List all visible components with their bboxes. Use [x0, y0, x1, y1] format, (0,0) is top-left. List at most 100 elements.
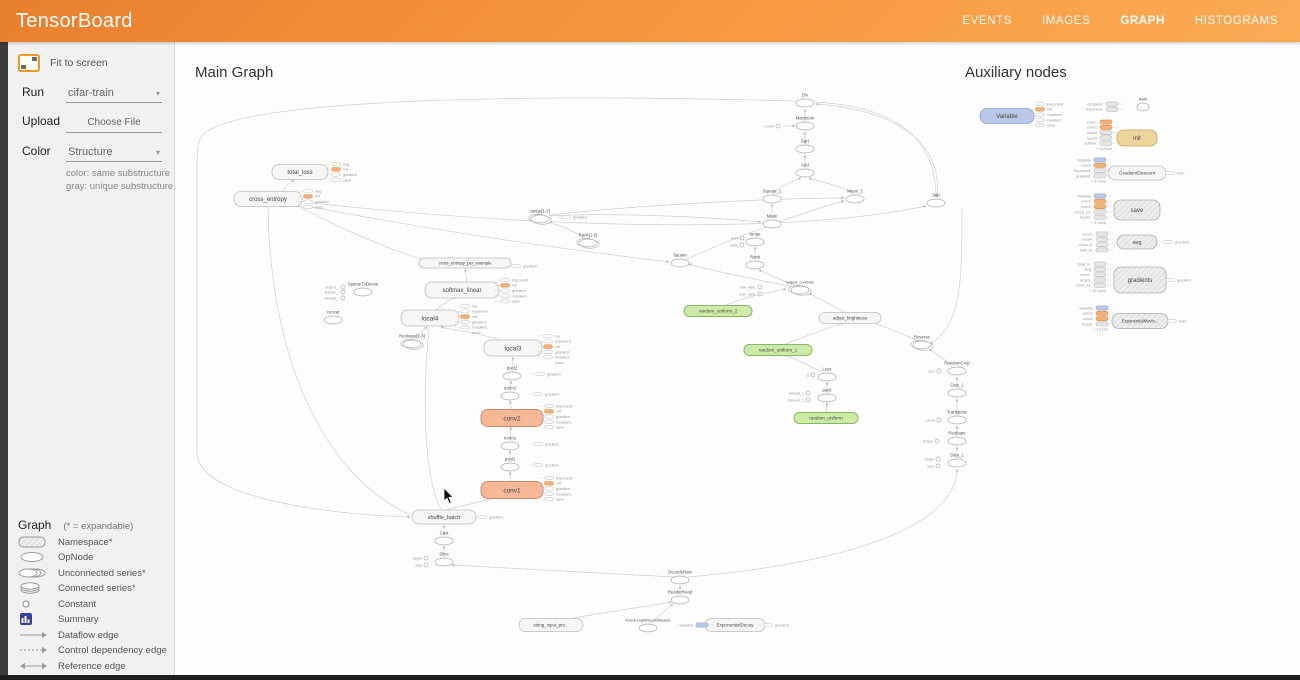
nav-tab-events[interactable]: EVENTS [962, 15, 1012, 27]
node-Reshape_1_3[interactable]: Reshape[1-3] [399, 334, 425, 350]
const-begin[interactable]: begin [413, 556, 428, 560]
satellite-group[interactable]: Exponent.initgradient.Gradient.save [539, 404, 573, 429]
node-GradientDescent[interactable]: GradientDescent [1108, 166, 1166, 180]
node-Add[interactable]: Add [796, 163, 814, 178]
satellite-group[interactable]: Variableconv1conv2local3.+ 1 more [1079, 306, 1113, 332]
const-Const[interactable]: Const [764, 124, 780, 128]
const-perm[interactable]: perm [926, 418, 941, 422]
node-cross_entropy_per_example[interactable]: cross_entropy_per_example [419, 258, 511, 268]
satellite-group[interactable]: inpexponent.initgradient.Gradient.more [538, 334, 572, 365]
node-Cast_1[interactable]: Cast_1 [948, 383, 966, 398]
node-norm1[interactable]: norm1 [501, 436, 519, 451]
node-Slice_1[interactable]: Slice_1 [948, 453, 966, 468]
node-adjust_brightness[interactable]: adjust_brightness [819, 313, 881, 324]
node-total_loss[interactable]: total_loss [272, 165, 328, 180]
node-local3[interactable]: local3 [484, 340, 542, 356]
node-Reshape[interactable]: Reshape [948, 431, 966, 446]
nav-tab-histograms[interactable]: HISTOGRAMS [1195, 15, 1278, 27]
node-train_top[interactable]: train [1137, 97, 1149, 112]
satellite-group[interactable]: Variableconv1conv2cross_en.local3.+ 3 mo… [1075, 194, 1111, 225]
node-Reverse[interactable]: Reverse [911, 335, 933, 351]
node-random_uniform_2[interactable]: random_uniform_2 [684, 306, 752, 317]
nav-tab-graph[interactable]: GRAPH [1120, 15, 1165, 27]
node-Slice[interactable]: Slice [435, 552, 453, 567]
node-Rank_1_2[interactable]: Rank[1-2] [577, 233, 599, 249]
const-min_valu.[interactable]: min_valu. [740, 285, 762, 289]
const-begin[interactable]: begin [925, 457, 940, 461]
node-range_1_2[interactable]: range[1-2] [529, 209, 551, 225]
node-Square[interactable]: Square [671, 253, 689, 268]
satellite-group[interactable]: gradient. [528, 463, 560, 467]
node-Rank[interactable]: Rank [746, 255, 764, 270]
fit-to-screen-icon[interactable] [18, 54, 40, 72]
node-RandomCrop[interactable]: RandomCrop [944, 361, 970, 376]
satellite-group[interactable]: gradient. [556, 215, 588, 219]
node-string_input_producer[interactable]: string_input_pro... [519, 619, 583, 632]
const-start[interactable]: start [731, 236, 744, 240]
node-softmax_linear[interactable]: softmax_linear [425, 282, 499, 298]
graph-canvas[interactable]: total_loss cross_entropy softmax_linearloc… [0, 0, 1300, 680]
node-Cast[interactable]: Cast [435, 531, 453, 546]
node-gradients[interactable]: gradients [1114, 267, 1166, 293]
node-adjust_contrast[interactable]: adjust_contrast [786, 280, 814, 296]
satellite-group[interactable]: conv1conv2local3local4softma.+ 3 more [1085, 120, 1117, 151]
node-concat[interactable]: concat [324, 310, 342, 325]
satellite-group[interactable]: avginitgradientsave [326, 162, 358, 182]
satellite-group[interactable]: avginitgradientsave [298, 189, 330, 209]
node-Div[interactable]: Div [796, 93, 814, 108]
satellite-group[interactable]: conv1.local4.cross_e.total_lo. [1079, 232, 1113, 252]
satellite-group[interactable]: Variableconv1Exponent.gradient.+ 3 more [1074, 158, 1111, 184]
node-avg[interactable]: avg [1117, 235, 1157, 249]
satellite-group[interactable]: Exponent.initGradient.Gradient.save [1030, 102, 1064, 127]
satellite-group[interactable]: inpexponent.initgradient.Gradient.more [455, 304, 489, 335]
choose-file-button[interactable]: Choose File [66, 115, 162, 133]
nav-tab-images[interactable]: IMAGES [1042, 15, 1090, 27]
node-SparseToDense[interactable]: SparseToDense [348, 282, 379, 297]
satellite-group[interactable]: Exponent.initgradient.Gradient.save [539, 476, 573, 501]
const-maxval_1[interactable]: maxval_1 [788, 398, 810, 402]
const-sparse_.[interactable]: sparse_. [324, 290, 345, 294]
node-pack[interactable]: pack [818, 388, 836, 403]
satellite-group[interactable]: Exponent.initgradient.Gradient.save [495, 278, 529, 303]
node-conv2[interactable]: conv2 [481, 410, 543, 427]
satellite-group[interactable]: gradient. [472, 515, 504, 519]
node-pool1[interactable]: pool1 [501, 457, 519, 472]
node-Mean[interactable]: Mean [763, 214, 781, 229]
node-Sqrt[interactable]: Sqrt [796, 139, 814, 154]
node-norm2[interactable]: norm2 [501, 386, 519, 401]
satellite-group[interactable]: gradient. [1158, 240, 1190, 244]
const-output_.[interactable]: output_. [325, 285, 345, 289]
node-ExponentialDecay[interactable]: ExponentialDecay [705, 619, 765, 632]
node-cross_entropy[interactable]: cross_entropy [234, 192, 302, 207]
satellite-group[interactable]: total_lo.avgconv1.local3.cross_et.+ 12 m… [1076, 262, 1111, 293]
node-shuffle_batch[interactable]: shuffle_batch [412, 510, 476, 524]
node-conv1[interactable]: conv1 [481, 482, 543, 499]
node-Mean_1[interactable]: Mean_1 [846, 189, 864, 204]
node-local4[interactable]: local4 [401, 310, 459, 326]
satellite-group[interactable]: gradient. [528, 442, 560, 446]
node-random_uniform[interactable]: random_uniform [794, 413, 858, 424]
const-minval_1[interactable]: minval_1 [789, 391, 810, 395]
node-Less[interactable]: Less [818, 367, 836, 382]
node-ExponentialMoving[interactable]: ExponentialMovin... [1112, 314, 1168, 329]
const-default_.[interactable]: default_. [324, 296, 345, 300]
node-pool2[interactable]: pool2 [503, 366, 521, 381]
fit-to-screen-button[interactable]: Fit to screen [8, 42, 174, 74]
node-init[interactable]: init [1117, 130, 1157, 146]
node-Maximum[interactable]: Maximum [796, 116, 815, 131]
node-Variable[interactable]: Variable [980, 109, 1034, 124]
const-delta[interactable]: delta [730, 243, 744, 247]
satellite-group[interactable]: gradient. [530, 372, 562, 376]
node-ReaderRead[interactable]: ReaderRead [668, 590, 693, 605]
const-y[interactable]: y [807, 373, 815, 377]
node-random_uniform_1[interactable]: random_uniform_1 [744, 345, 812, 356]
color-select[interactable]: Structure ▾ [66, 144, 162, 162]
const-shape[interactable]: shape [923, 439, 939, 443]
satellite-group[interactable]: gradient. [528, 392, 560, 396]
const-size[interactable]: size [415, 563, 428, 567]
node-range[interactable]: range [746, 232, 764, 247]
node-save[interactable]: save [1114, 200, 1160, 220]
node-Square_1[interactable]: Square_1 [763, 189, 782, 204]
node-Sub[interactable]: Sub [927, 193, 945, 208]
node-Transpose[interactable]: Transpose [947, 410, 968, 425]
